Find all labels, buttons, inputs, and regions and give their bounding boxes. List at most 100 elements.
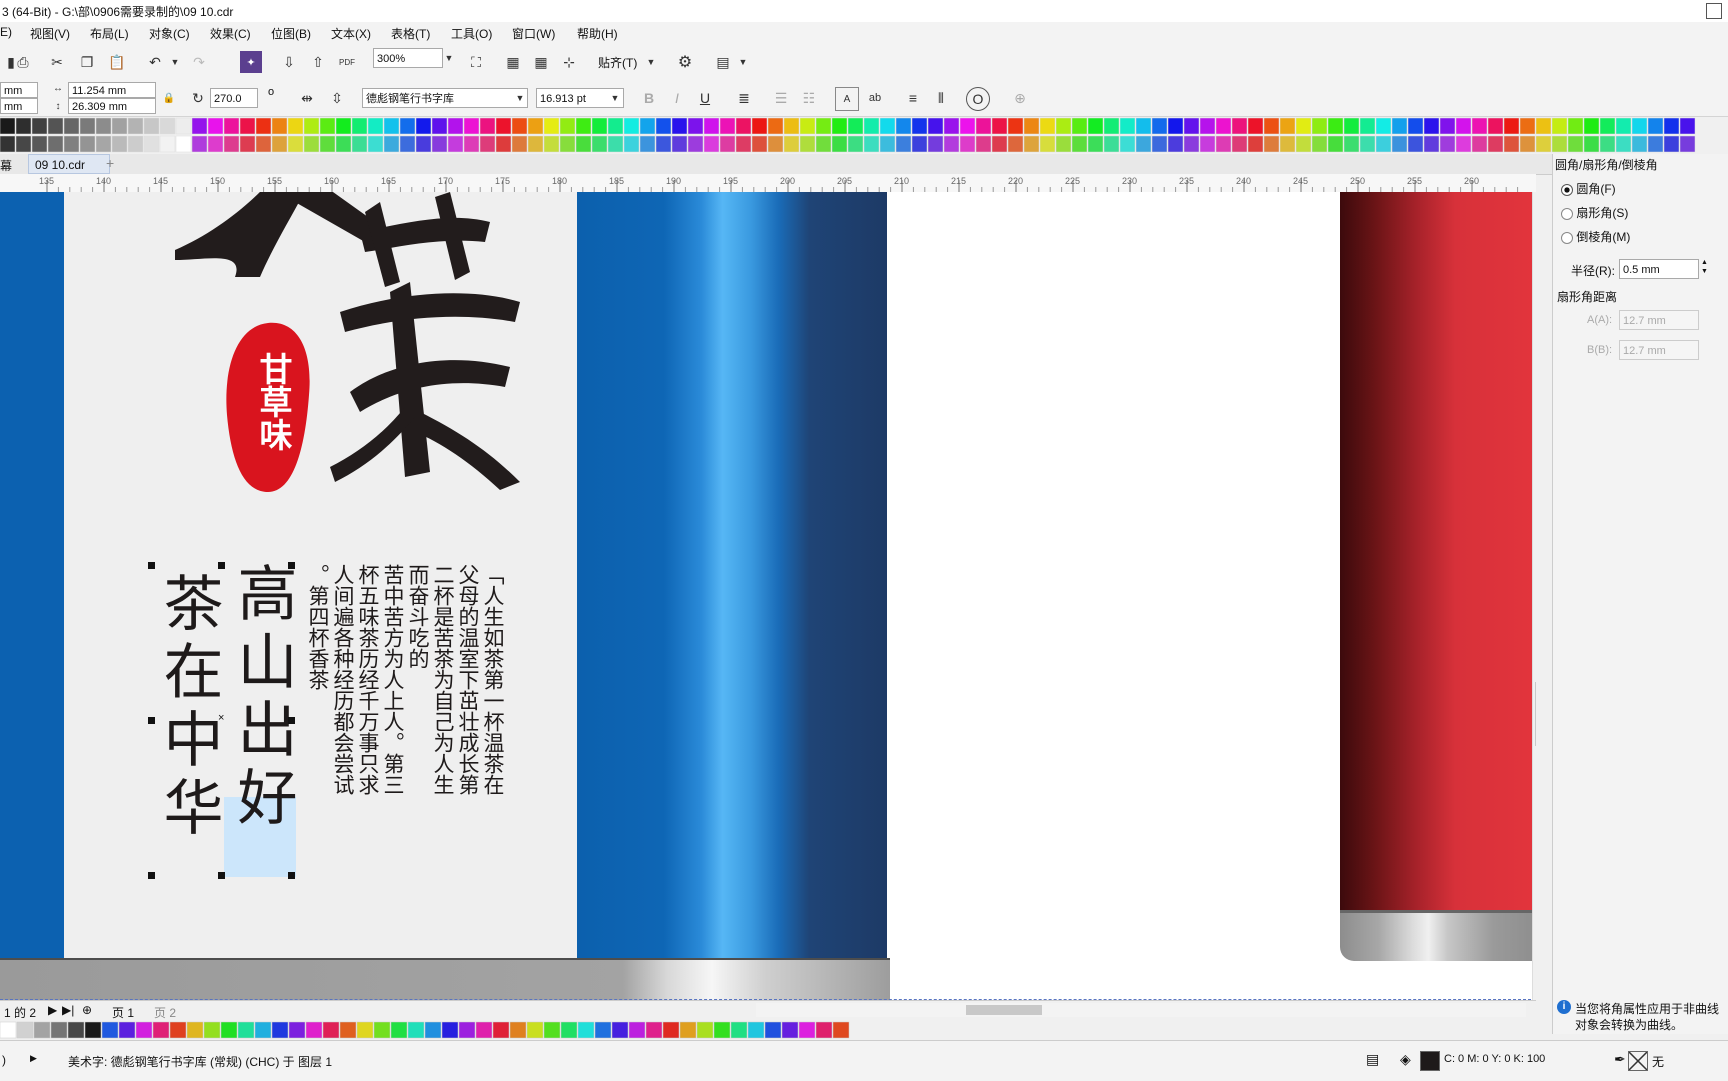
color-swatch[interactable] — [479, 135, 496, 153]
document-color-swatch[interactable] — [186, 1021, 204, 1039]
cut-icon[interactable]: ✂ — [46, 51, 68, 73]
color-swatch[interactable] — [1455, 135, 1472, 153]
document-color-swatch[interactable] — [322, 1021, 340, 1039]
color-swatch[interactable] — [1567, 117, 1584, 135]
color-swatch[interactable] — [95, 135, 112, 153]
menu-help[interactable]: 帮助(H) — [577, 25, 618, 42]
color-swatch[interactable] — [415, 135, 432, 153]
color-swatch[interactable] — [911, 135, 928, 153]
color-swatch[interactable] — [63, 117, 80, 135]
color-swatch[interactable] — [1663, 135, 1680, 153]
color-swatch[interactable] — [111, 117, 128, 135]
color-swatch[interactable] — [623, 135, 640, 153]
option-fillet[interactable]: 圆角(F) — [1561, 180, 1616, 197]
color-swatch[interactable] — [1503, 117, 1520, 135]
color-swatch[interactable] — [591, 135, 608, 153]
document-color-swatch[interactable] — [764, 1021, 782, 1039]
radio-chamfer-icon[interactable] — [1561, 231, 1573, 244]
selection-handle-bl[interactable] — [148, 872, 155, 879]
color-swatch[interactable] — [1679, 135, 1696, 153]
color-swatch[interactable] — [895, 135, 912, 153]
color-swatch[interactable] — [527, 135, 544, 153]
color-swatch[interactable] — [719, 135, 736, 153]
color-swatch[interactable] — [1615, 117, 1632, 135]
color-swatch[interactable] — [511, 135, 528, 153]
rotate-icon[interactable]: ↻ — [187, 87, 209, 109]
selection-handle-mr[interactable] — [288, 717, 295, 724]
document-color-swatch[interactable] — [730, 1021, 748, 1039]
color-swatch[interactable] — [1199, 117, 1216, 135]
document-color-swatch[interactable] — [611, 1021, 629, 1039]
a-field[interactable]: 12.7 mm — [1619, 310, 1699, 330]
color-swatch[interactable] — [991, 135, 1008, 153]
color-swatch[interactable] — [191, 117, 208, 135]
document-color-swatch[interactable] — [390, 1021, 408, 1039]
color-swatch[interactable] — [1311, 117, 1328, 135]
document-color-swatch[interactable] — [509, 1021, 527, 1039]
color-swatch[interactable] — [367, 117, 384, 135]
color-swatch[interactable] — [943, 135, 960, 153]
color-swatch[interactable] — [799, 117, 816, 135]
color-swatch[interactable] — [1535, 117, 1552, 135]
quick-customize-icon[interactable]: ⊕ — [1009, 87, 1031, 109]
color-swatch[interactable] — [511, 117, 528, 135]
color-swatch[interactable] — [239, 117, 256, 135]
horizontal-scrollbar[interactable] — [756, 1003, 1526, 1017]
font-dropdown-icon[interactable]: ▼ — [513, 88, 527, 108]
menu-effects[interactable]: 效果(C) — [210, 25, 251, 42]
color-swatch[interactable] — [639, 117, 656, 135]
radio-fillet-icon[interactable] — [1561, 183, 1573, 196]
color-swatch[interactable] — [783, 117, 800, 135]
font-list[interactable]: 德彪钢笔行书字库 — [362, 88, 528, 108]
document-color-swatch[interactable] — [237, 1021, 255, 1039]
color-swatch[interactable] — [1567, 135, 1584, 153]
option-scallop[interactable]: 扇形角(S) — [1561, 204, 1628, 221]
color-swatch[interactable] — [431, 135, 448, 153]
color-swatch[interactable] — [1119, 135, 1136, 153]
color-swatch[interactable] — [1359, 117, 1376, 135]
text-align-icon[interactable]: ≣ — [733, 87, 755, 109]
color-swatch[interactable] — [191, 135, 208, 153]
document-color-swatch[interactable] — [305, 1021, 323, 1039]
color-swatch[interactable] — [127, 135, 144, 153]
vertical-text-icon[interactable]: ⫴ — [930, 87, 952, 109]
mirror-vertical-icon[interactable]: ⇳ — [326, 87, 348, 109]
color-swatch[interactable] — [255, 117, 272, 135]
document-color-swatch[interactable] — [254, 1021, 272, 1039]
next-page-icon[interactable]: ▶ — [48, 1003, 57, 1017]
color-swatch[interactable] — [1439, 117, 1456, 135]
color-swatch[interactable] — [959, 117, 976, 135]
document-color-swatch[interactable] — [271, 1021, 289, 1039]
x-position-field[interactable]: mm — [0, 82, 38, 98]
tab-document[interactable]: 09 10.cdr — [28, 154, 110, 174]
color-swatch[interactable] — [975, 117, 992, 135]
menu-text[interactable]: 文本(X) — [331, 25, 371, 42]
color-swatch[interactable] — [399, 117, 416, 135]
fill-icon[interactable]: ◈ — [1400, 1051, 1411, 1068]
color-swatch[interactable] — [1679, 117, 1696, 135]
document-color-swatch[interactable] — [67, 1021, 85, 1039]
document-color-swatch[interactable] — [645, 1021, 663, 1039]
color-swatch[interactable] — [351, 135, 368, 153]
font-size-dropdown-icon[interactable]: ▼ — [608, 88, 622, 108]
selection-handle-br[interactable] — [288, 872, 295, 879]
color-swatch[interactable] — [303, 135, 320, 153]
selection-center-icon[interactable]: × — [218, 712, 224, 724]
document-color-swatch[interactable] — [696, 1021, 714, 1039]
color-swatch[interactable] — [383, 135, 400, 153]
color-swatch[interactable] — [1327, 117, 1344, 135]
color-swatch[interactable] — [1583, 135, 1600, 153]
document-color-swatch[interactable] — [118, 1021, 136, 1039]
color-swatch[interactable] — [543, 135, 560, 153]
color-swatch[interactable] — [143, 117, 160, 135]
horizontal-ruler[interactable]: 135 140 145 150 155 160 165 170 175 180 185 190 195 2… — [0, 174, 1536, 193]
grid-icon[interactable]: ▦ — [530, 51, 552, 73]
color-swatch[interactable] — [399, 135, 416, 153]
fill-swatch[interactable] — [1420, 1051, 1440, 1071]
document-color-swatch[interactable] — [356, 1021, 374, 1039]
outline-pen-icon[interactable]: ✒ — [1614, 1051, 1626, 1068]
document-color-swatch[interactable] — [135, 1021, 153, 1039]
color-swatch[interactable] — [799, 135, 816, 153]
color-swatch[interactable] — [1247, 135, 1264, 153]
menu-view[interactable]: 视图(V) — [30, 25, 70, 42]
